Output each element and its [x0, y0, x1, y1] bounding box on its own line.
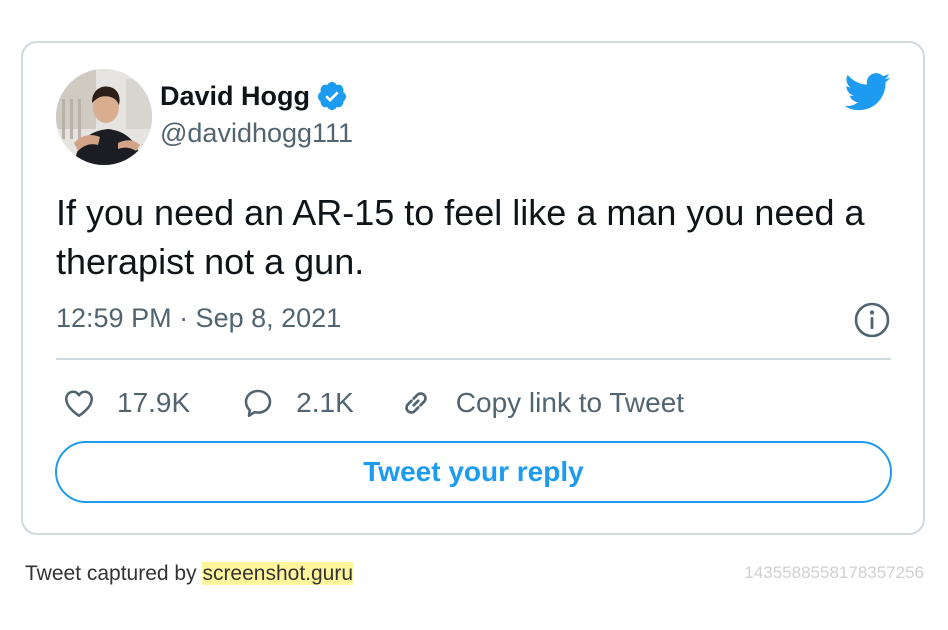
- tweet-timestamp[interactable]: 12:59 PM · Sep 8, 2021: [56, 303, 341, 334]
- twitter-bird-icon[interactable]: [844, 73, 891, 111]
- like-count: 17.9K: [117, 387, 191, 418]
- author-name-row: David Hogg: [160, 78, 348, 114]
- tweet-actions: 17.9K 2.1K Copy link to Tweet: [61, 381, 684, 425]
- like-button[interactable]: 17.9K: [61, 385, 190, 421]
- info-icon[interactable]: [853, 301, 891, 339]
- copy-link-label: Copy link to Tweet: [455, 387, 685, 418]
- tweet-your-reply-button[interactable]: Tweet your reply: [55, 441, 892, 503]
- author-handle[interactable]: @davidhogg111: [160, 118, 353, 149]
- speech-bubble-icon: [244, 389, 272, 418]
- avatar[interactable]: [56, 69, 152, 165]
- link-icon: [404, 392, 427, 414]
- heart-icon: [64, 390, 94, 418]
- copy-link-button[interactable]: Copy link to Tweet: [398, 385, 684, 421]
- captured-by-note: Tweet captured by screenshot.guru: [25, 562, 354, 586]
- reply-count: 2.1K: [296, 387, 354, 418]
- tweet-id: 1435588558178357256: [744, 563, 924, 582]
- captured-by-prefix: Tweet captured by: [25, 562, 203, 585]
- reply-count-button[interactable]: 2.1K: [240, 385, 354, 421]
- tweet-text: If you need an AR-15 to feel like a man …: [56, 192, 865, 282]
- divider: [56, 358, 891, 360]
- verified-badge-icon: [316, 80, 348, 112]
- tweet-card: David Hogg @davidhogg111 If you need an …: [21, 41, 925, 535]
- author-display-name[interactable]: David Hogg: [160, 81, 310, 112]
- screenshot-guru-link[interactable]: screenshot.guru: [202, 562, 354, 585]
